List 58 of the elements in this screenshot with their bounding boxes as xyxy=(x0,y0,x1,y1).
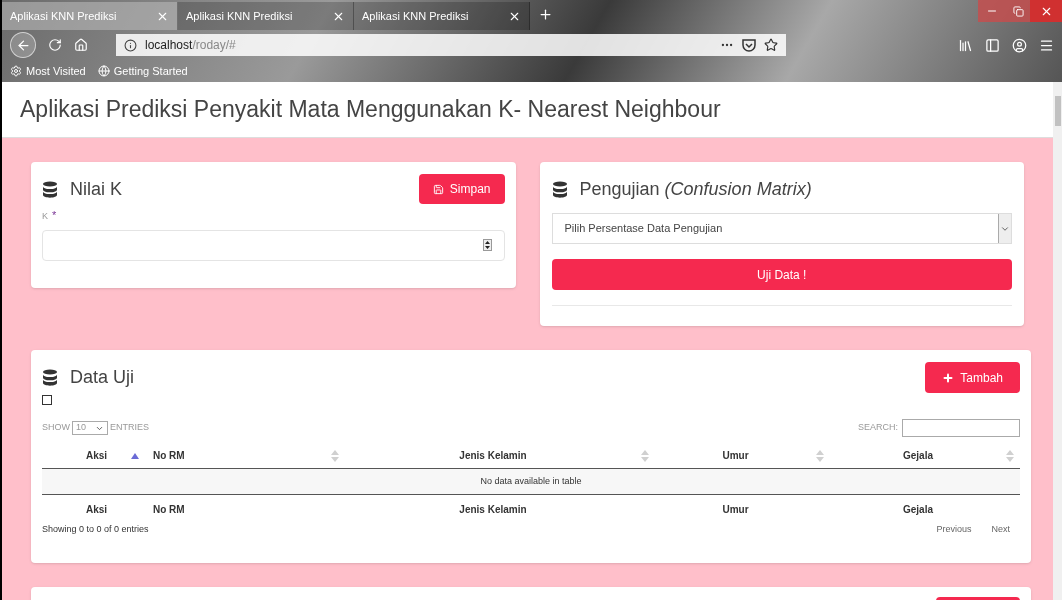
table-info: Showing 0 to 0 of 0 entries xyxy=(42,523,149,536)
checkbox[interactable] xyxy=(42,395,52,405)
database-icon xyxy=(42,368,58,387)
address-bar[interactable]: localhost/roday/# xyxy=(116,34,786,56)
pagination-link[interactable]: Next xyxy=(991,523,1010,537)
show-label: SHOW xyxy=(42,421,70,435)
info-icon[interactable] xyxy=(124,38,137,52)
library-icon[interactable] xyxy=(958,37,973,53)
home-icon[interactable] xyxy=(74,38,88,52)
scrollbar[interactable] xyxy=(1053,82,1062,600)
bookmark-item[interactable]: Most Visited xyxy=(10,62,86,80)
column-header[interactable]: Aksi xyxy=(42,448,145,463)
save-icon xyxy=(432,183,444,195)
account-icon[interactable] xyxy=(1012,37,1027,53)
browser-tab[interactable]: Aplikasi KNN Prediksi xyxy=(178,2,354,30)
save-button[interactable]: Simpan xyxy=(418,174,505,204)
column-header[interactable]: Gejala xyxy=(830,448,1020,463)
column-header[interactable]: Umur xyxy=(655,448,830,463)
card-title: Nilai K xyxy=(70,178,122,201)
database-icon xyxy=(551,180,568,199)
reload-icon[interactable] xyxy=(48,38,62,52)
column-footer: No RM xyxy=(145,501,331,517)
search-field[interactable] xyxy=(902,419,1020,437)
new-tab-icon[interactable] xyxy=(538,7,553,22)
column-footer: Aksi xyxy=(42,501,131,517)
sidebar-icon[interactable] xyxy=(985,37,1000,53)
column-header[interactable]: No RM xyxy=(145,448,345,463)
pagination-link[interactable]: Previous xyxy=(936,523,972,537)
gear-icon xyxy=(10,65,22,77)
url-text: localhost/roday/# xyxy=(145,37,236,54)
add-button[interactable]: Tambah xyxy=(925,362,1020,393)
bookmark-item[interactable]: Getting Started xyxy=(97,62,188,80)
required-mark: * xyxy=(52,210,57,221)
database-icon xyxy=(42,180,58,199)
menu-icon[interactable] xyxy=(1039,37,1054,53)
browser-tab[interactable]: Aplikasi KNN Prediksi xyxy=(354,2,530,30)
column-footer: Gejala xyxy=(830,501,1006,517)
field-label: K xyxy=(42,210,48,223)
card-title: Pengujian (Confusion Matrix) xyxy=(579,178,812,201)
test-data-button[interactable]: Uji Data ! xyxy=(551,259,1012,290)
page-title: Aplikasi Prediksi Penyakit Mata Menggunakan K- Nearest Neighbour xyxy=(20,95,721,125)
percentage-select[interactable]: Pilih Persentase Data Pengujian xyxy=(551,213,1012,244)
pocket-icon[interactable] xyxy=(742,38,756,52)
plus-icon xyxy=(942,371,955,384)
close-window-button[interactable] xyxy=(1030,0,1062,22)
column-header[interactable]: Jenis Kelamin xyxy=(345,448,655,463)
restore-icon xyxy=(1012,5,1024,17)
column-footer: Jenis Kelamin xyxy=(345,501,641,517)
globe-icon xyxy=(97,65,110,77)
spinner-icon[interactable] xyxy=(482,239,492,251)
back-button[interactable] xyxy=(10,32,36,58)
bookmark-star-icon[interactable] xyxy=(764,38,778,52)
number-field[interactable] xyxy=(42,229,505,261)
card-title: Data Uji xyxy=(70,366,135,389)
search-label: SEARCH: xyxy=(858,421,898,435)
empty-table-message: No data available in table xyxy=(480,474,582,488)
entries-label: ENTRIES xyxy=(110,421,149,435)
column-footer: Umur xyxy=(655,501,816,517)
